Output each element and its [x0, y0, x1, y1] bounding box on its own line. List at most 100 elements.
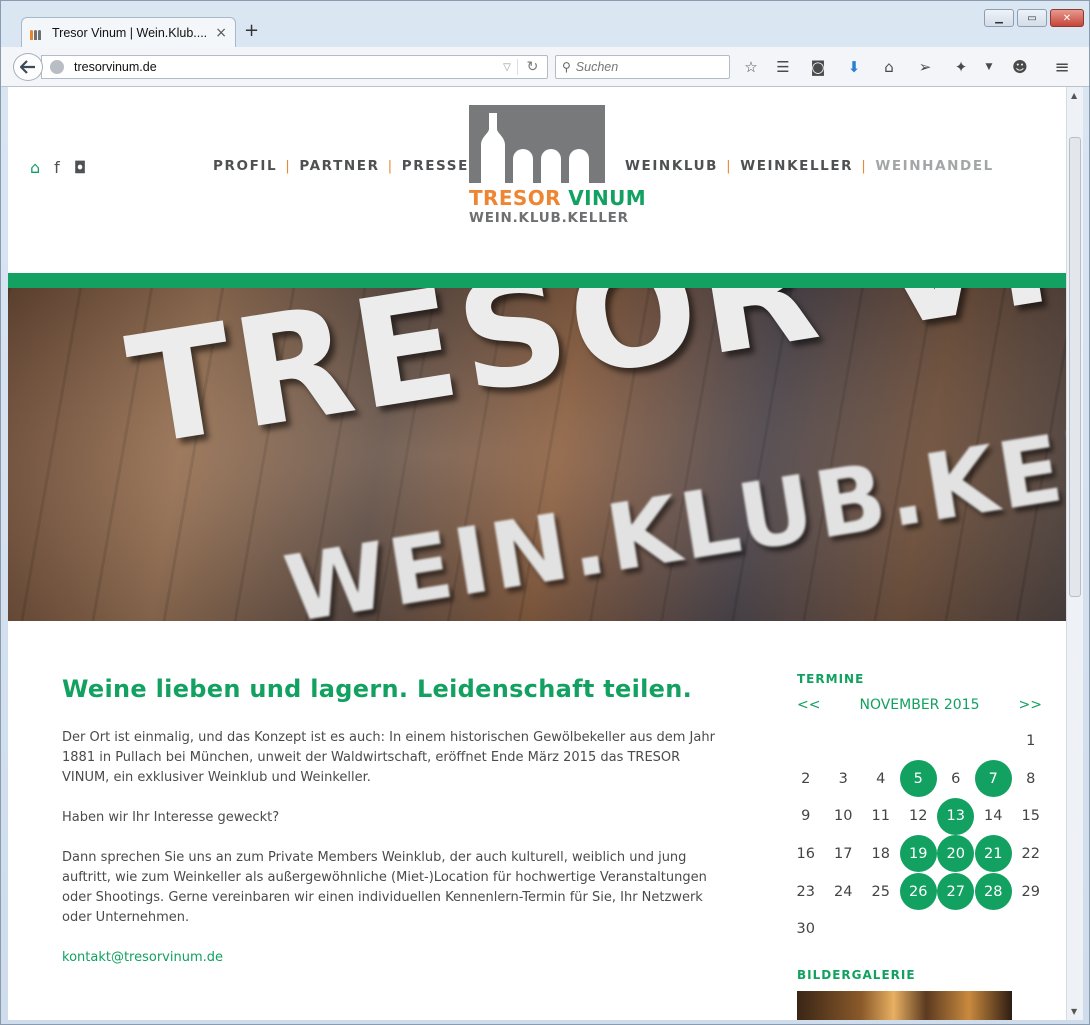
- favicon-icon: [30, 26, 46, 40]
- back-arrow-icon: [20, 60, 35, 74]
- calendar-event-day[interactable]: 21: [974, 835, 1013, 873]
- calendar-day-number: 25: [871, 883, 890, 900]
- calendar-day-number: 8: [1026, 770, 1036, 787]
- intro-text: Der Ort ist einmalig, und das Konzept is…: [62, 728, 722, 988]
- calendar-day: 1: [1012, 722, 1050, 760]
- history-dropdown-icon[interactable]: ▽: [497, 62, 517, 73]
- bookmark-star-icon[interactable]: ☆: [740, 57, 762, 77]
- url-text[interactable]: tresorvinum.de: [74, 60, 497, 74]
- calendar-day-number: 6: [951, 770, 961, 787]
- calendar-day-number: 26: [899, 873, 937, 911]
- logo-word-vinum: VINUM: [568, 186, 647, 210]
- calendar-event-day[interactable]: 20: [937, 835, 975, 873]
- calendar-day-number: 21: [974, 835, 1012, 873]
- green-divider-bar: [8, 273, 1066, 288]
- calendar-event-day[interactable]: 13: [937, 797, 975, 835]
- browser-tab[interactable]: Tresor Vinum | Wein.Klub.... ×: [21, 17, 236, 47]
- minimize-button[interactable]: ▁: [984, 9, 1014, 27]
- nav-item-weinhandel[interactable]: WEINHANDEL: [875, 158, 994, 174]
- home-button-icon[interactable]: ⌂: [878, 57, 900, 77]
- nav-item-profil[interactable]: PROFIL: [213, 158, 277, 174]
- send-icon[interactable]: ➢: [914, 57, 936, 77]
- pocket-icon[interactable]: ◙: [807, 57, 829, 77]
- social-links: ⌂ f ◘: [30, 158, 86, 177]
- close-tab-icon[interactable]: ×: [215, 25, 227, 41]
- reload-icon[interactable]: ↻: [517, 59, 547, 75]
- download-icon[interactable]: ⬇: [843, 57, 865, 77]
- globe-icon: [50, 60, 64, 74]
- search-bar[interactable]: ⚲ Suchen: [555, 55, 730, 79]
- vault-bottles-icon: [481, 113, 589, 183]
- search-placeholder: Suchen: [575, 60, 619, 74]
- scroll-thumb[interactable]: [1069, 137, 1081, 597]
- calendar-day: 9: [787, 797, 825, 835]
- nav-item-presse[interactable]: PRESSE: [402, 158, 469, 174]
- termine-heading: TERMINE: [797, 672, 865, 686]
- nav-toolbar: tresorvinum.de ▽ ↻ ⚲ Suchen ☆ ☰ ◙ ⬇ ⌂ ➢ …: [1, 47, 1089, 87]
- calendar-next-button[interactable]: >>: [1019, 697, 1042, 713]
- calendar-day-number: 4: [876, 770, 886, 787]
- calendar-event-day[interactable]: 26: [899, 873, 938, 911]
- scroll-up-icon[interactable]: ▲: [1071, 91, 1077, 100]
- calendar-grid: 1 2 3 4 5 6 7 8 9 10 11 12 13 14 15 16 17 18 19 20 21 22 23 24 2…: [787, 722, 1051, 948]
- calendar-event-day[interactable]: 28: [974, 873, 1013, 911]
- calendar-day: 11: [862, 797, 900, 835]
- calendar-prev-button[interactable]: <<: [797, 697, 820, 713]
- calendar-day: 24: [825, 873, 863, 911]
- calendar-day-number: 28: [974, 873, 1012, 911]
- page-headline: Weine lieben und lagern. Leidenschaft te…: [62, 675, 693, 703]
- nav-separator: |: [387, 158, 394, 174]
- calendar-day: 29: [1012, 873, 1050, 911]
- logo-wordmark: TRESOR VINUM: [469, 187, 646, 209]
- calendar-day-number: 27: [937, 873, 975, 911]
- nav-separator: |: [861, 158, 868, 174]
- reading-list-icon[interactable]: ☰: [772, 57, 794, 77]
- calendar-day-number: 23: [796, 883, 815, 900]
- instagram-icon[interactable]: ◘: [74, 158, 87, 177]
- maximize-button[interactable]: ▭: [1017, 9, 1047, 27]
- calendar-event-day[interactable]: 5: [899, 760, 938, 798]
- calendar-day: 16: [787, 835, 825, 873]
- calendar-day-number: 11: [871, 808, 890, 825]
- calendar-empty-cell: [787, 722, 825, 760]
- intro-paragraph: Der Ort ist einmalig, und das Konzept is…: [62, 730, 715, 785]
- facebook-icon[interactable]: f: [54, 158, 60, 177]
- calendar-month: NOVEMBER 2015: [859, 697, 980, 713]
- url-bar[interactable]: tresorvinum.de ▽ ↻: [41, 55, 548, 79]
- calendar-day: 15: [1012, 797, 1050, 835]
- site-logo[interactable]: TRESOR VINUM WEIN.KLUB.KELLER: [469, 105, 646, 231]
- contact-email-link[interactable]: kontakt@tresorvinum.de: [62, 950, 223, 965]
- gallery-thumbnail[interactable]: [797, 991, 1012, 1020]
- calendar-day: 4: [862, 760, 900, 798]
- page-scrollbar[interactable]: ▲ ▼: [1066, 87, 1083, 1020]
- calendar-day-number: 30: [796, 921, 815, 938]
- calendar-day-number: 17: [834, 845, 853, 862]
- nav-item-partner[interactable]: PARTNER: [299, 158, 379, 174]
- calendar-day-number: 14: [984, 808, 1003, 825]
- minimize-icon: ▁: [995, 12, 1003, 24]
- nav-item-weinklub[interactable]: WEINKLUB: [625, 158, 718, 174]
- new-tab-button[interactable]: +: [244, 20, 259, 41]
- extension-icon[interactable]: ✦: [950, 57, 972, 77]
- calendar-day: 30: [787, 910, 825, 948]
- calendar-day: 14: [975, 797, 1013, 835]
- back-button[interactable]: [13, 53, 43, 81]
- nav-separator: |: [726, 158, 733, 174]
- calendar-event-day[interactable]: 7: [974, 760, 1013, 798]
- nav-separator: |: [285, 158, 292, 174]
- close-window-button[interactable]: ✕: [1050, 9, 1084, 27]
- calendar-day-number: 18: [871, 845, 890, 862]
- calendar-event-day[interactable]: 27: [937, 873, 975, 911]
- calendar-day-number: 29: [1021, 883, 1040, 900]
- extension-dropdown-icon[interactable]: ▼: [978, 57, 1000, 77]
- nav-left: PROFIL | PARTNER | PRESSE: [213, 158, 469, 174]
- home-icon[interactable]: ⌂: [30, 158, 40, 177]
- nav-item-weinkeller[interactable]: WEINKELLER: [740, 158, 853, 174]
- scroll-down-icon[interactable]: ▼: [1071, 1007, 1077, 1016]
- chat-icon[interactable]: ☻: [1009, 57, 1031, 77]
- calendar-event-day[interactable]: 19: [899, 835, 938, 873]
- contact-paragraph: Dann sprechen Sie uns an zum Private Mem…: [62, 850, 707, 925]
- calendar-day: 22: [1012, 835, 1050, 873]
- calendar-day: 18: [862, 835, 900, 873]
- menu-icon[interactable]: ≡: [1051, 57, 1073, 78]
